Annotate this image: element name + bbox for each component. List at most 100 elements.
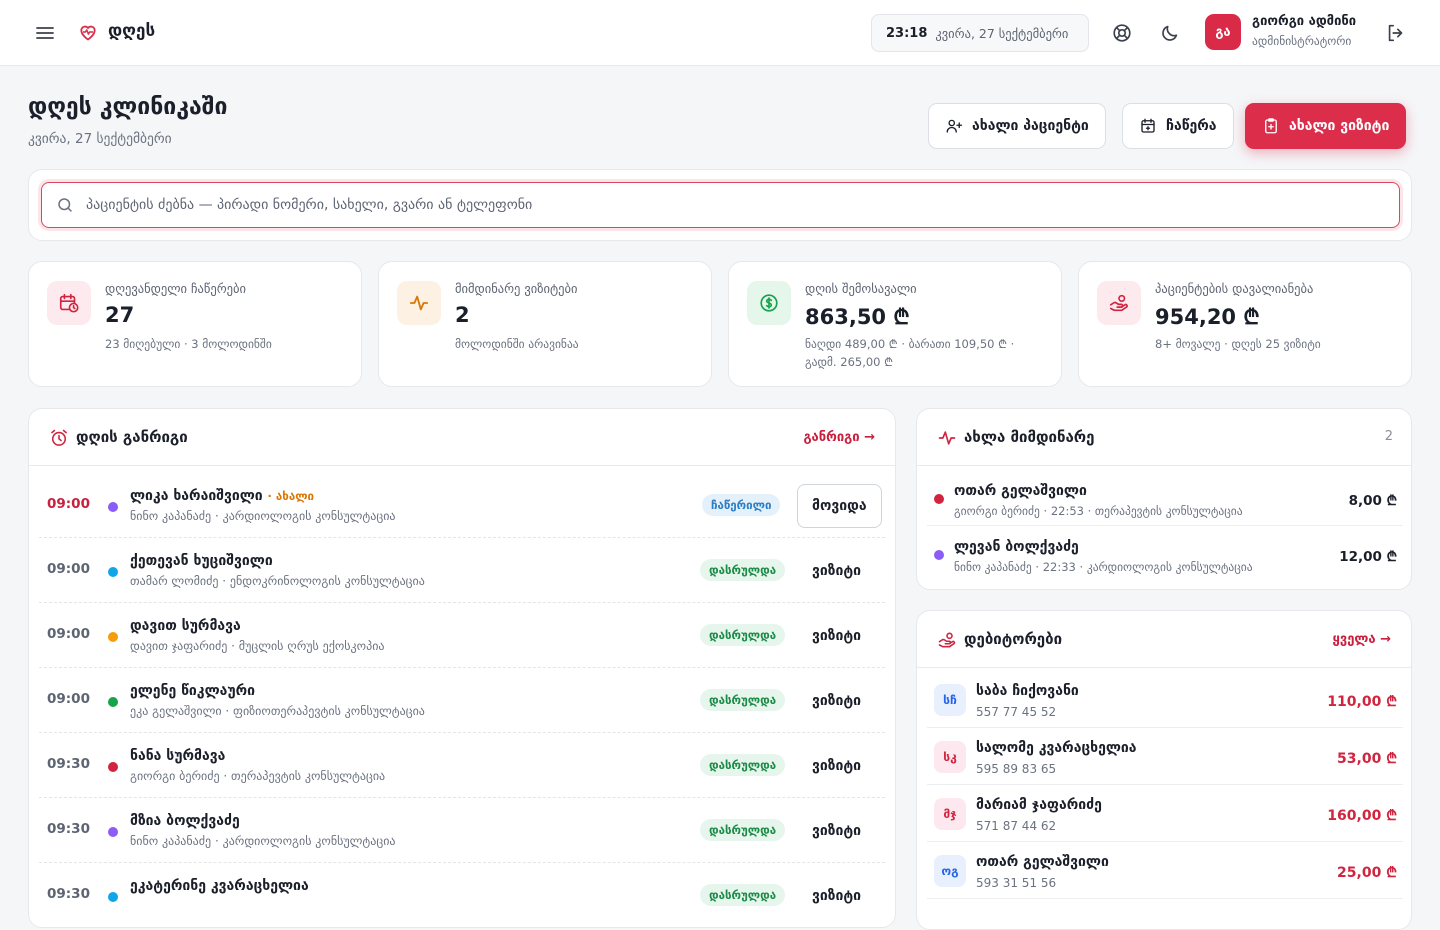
new-tag: · ახალი <box>267 489 315 503</box>
top-bar: დღეს 23:18 კვირა, 27 სექტემბერი გა გიორგ… <box>0 0 1440 66</box>
status-dot <box>108 697 118 707</box>
schedule-row[interactable]: 09:30 მზია ბოლქვაძე ნინო კაპანაძე · კარდ… <box>39 798 885 863</box>
lifebuoy-icon[interactable] <box>1111 22 1133 44</box>
row-patient-name: მზია ბოლქვაძე <box>130 813 240 829</box>
visit-button[interactable]: ვიზიტი <box>798 809 875 853</box>
debtor-name: საბა ჩიქოვანი <box>976 683 1079 699</box>
debtor-row[interactable]: სჩ საბა ჩიქოვანი 557 77 45 52 110,00 ₾ <box>927 671 1403 728</box>
schedule-row[interactable]: 09:30 ნანა სურმავა გიორგი ბერიძე · თერაპ… <box>39 733 885 798</box>
page-date: კვირა, 27 სექტემბერი <box>28 131 172 147</box>
schedule-row[interactable]: 09:00 ლიკა ხარაიშვილი · ახალი ნინო კაპან… <box>39 473 885 538</box>
status-dot <box>108 892 118 902</box>
dollar-circle-icon <box>747 281 791 325</box>
stat-label: მიმდინარე ვიზიტები <box>455 281 578 296</box>
new-patient-button[interactable]: ახალი პაციენტი <box>928 103 1106 149</box>
status-dot <box>934 494 944 504</box>
clock-widget: 23:18 კვირა, 27 სექტემბერი <box>871 14 1089 52</box>
logout-icon[interactable] <box>1385 22 1407 44</box>
debtor-phone: 593 31 51 56 <box>976 876 1057 890</box>
schedule-header: დღის განრიგი განრიგი → <box>29 409 895 466</box>
current-visit-row[interactable]: ლევან ბოლქვაძე ნინო კაპანაძე · 22:33 · კ… <box>927 526 1403 582</box>
calendar-clock-icon <box>47 281 91 325</box>
user-role: ადმინისტრატორი <box>1252 34 1352 48</box>
debtor-avatar: სკ <box>934 741 966 773</box>
stat-label: დღის შემოსავალი <box>805 281 917 296</box>
debtor-row[interactable]: სკ სალომე კვარაცხელია 595 89 83 65 53,00… <box>927 728 1403 785</box>
visit-button[interactable]: ვიზიტი <box>798 744 875 788</box>
row-time: 09:30 <box>47 821 90 837</box>
activity-icon <box>397 281 441 325</box>
debtor-row[interactable]: მჯ მარიამ ჯაფარიძე 571 87 44 62 160,00 ₾ <box>927 785 1403 842</box>
row-patient-name: ნანა სურმავა <box>130 748 226 764</box>
schedule-row[interactable]: 09:00 დავით სურმავა დავით ჯაფარიძე · მუც… <box>39 603 885 668</box>
debtors-link[interactable]: ყველა → <box>1333 632 1391 647</box>
status-badge: დასრულდა <box>700 689 786 711</box>
status-dot <box>934 550 944 560</box>
schedule-row[interactable]: 09:30 ეკატერინე კვარაცხელია დასრულდა ვიზ… <box>39 863 885 927</box>
status-dot <box>108 632 118 642</box>
schedule-row[interactable]: 09:00 ელენე წიკლაური ეკა გელაშვილი · ფიზ… <box>39 668 885 733</box>
search-box[interactable] <box>41 182 1400 228</box>
stat-card-current-visits: მიმდინარე ვიზიტები 2 მოლოდინში არავინაა <box>378 261 712 387</box>
row-meta: ეკა გელაშვილი · ფიზიოთერაპევტის კონსულტა… <box>130 704 425 718</box>
current-amount: 8,00 ₾ <box>1348 493 1397 509</box>
search-card <box>28 169 1412 241</box>
status-badge: დასრულდა <box>700 884 786 906</box>
current-meta: გიორგი ბერიძე · 22:53 · თერაპევტის კონსუ… <box>954 504 1243 518</box>
arrived-button[interactable]: მოვიდა <box>797 484 882 528</box>
debtor-phone: 595 89 83 65 <box>976 762 1057 776</box>
debtor-row[interactable]: ოგ ოთარ გელაშვილი 593 31 51 56 25,00 ₾ <box>927 842 1403 899</box>
row-patient-name: ლიკა ხარაიშვილი · ახალი <box>130 488 314 504</box>
current-count: 2 <box>1384 429 1393 444</box>
current-patient-name: ლევან ბოლქვაძე <box>954 539 1079 555</box>
row-meta: ნინო კაპანაძე · კარდიოლოგის კონსულტაცია <box>130 509 396 523</box>
current-title: ახლა მიმდინარე <box>964 428 1095 446</box>
row-meta: ნინო კაპანაძე · კარდიოლოგის კონსულტაცია <box>130 834 396 848</box>
debtor-phone: 571 87 44 62 <box>976 819 1057 833</box>
visit-button[interactable]: ვიზიტი <box>798 874 875 918</box>
debtor-name: ოთარ გელაშვილი <box>976 854 1109 870</box>
stat-value: 2 <box>455 303 470 327</box>
current-meta: ნინო კაპანაძე · 22:33 · კარდიოლოგის კონს… <box>954 560 1253 574</box>
visit-button[interactable]: ვიზიტი <box>798 549 875 593</box>
stat-sub: ნაღდი 489,00 ₾ · ბარათი 109,50 ₾ · გადმ.… <box>805 337 1015 369</box>
menu-icon[interactable] <box>34 22 56 44</box>
status-badge: დასრულდა <box>700 754 786 776</box>
brand-name: დღეს <box>108 21 156 41</box>
debtor-amount: 110,00 ₾ <box>1327 694 1397 710</box>
moon-icon[interactable] <box>1159 22 1181 44</box>
status-dot <box>108 762 118 772</box>
new-visit-button[interactable]: ახალი ვიზიტი <box>1245 103 1407 149</box>
schedule-link[interactable]: განრიგი → <box>803 430 875 445</box>
row-time: 09:30 <box>47 756 90 772</box>
visit-button[interactable]: ვიზიტი <box>798 679 875 723</box>
user-avatar[interactable]: გა <box>1205 14 1241 50</box>
patient-search-input[interactable] <box>86 197 1376 213</box>
new-patient-label: ახალი პაციენტი <box>972 118 1089 134</box>
current-visit-row[interactable]: ოთარ გელაშვილი გიორგი ბერიძე · 22:53 · თ… <box>927 470 1403 526</box>
stat-card-revenue: დღის შემოსავალი 863,50 ₾ ნაღდი 489,00 ₾ … <box>728 261 1062 387</box>
debtor-avatar: სჩ <box>934 684 966 716</box>
debtor-avatar: მჯ <box>934 798 966 830</box>
row-patient-name: ქეთევან ხუციშვილი <box>130 553 273 569</box>
status-dot <box>108 567 118 577</box>
row-patient-name: ელენე წიკლაური <box>130 683 256 699</box>
schedule-row[interactable]: 09:00 ქეთევან ხუციშვილი თამარ ლომიძე · ე… <box>39 538 885 603</box>
debtor-amount: 53,00 ₾ <box>1337 751 1397 767</box>
appointment-button[interactable]: ჩაწერა <box>1122 103 1234 149</box>
user-name: გიორგი ადმინი <box>1252 14 1357 29</box>
stat-sub: 8+ მოვალე · დღეს 25 ვიზიტი <box>1155 337 1321 351</box>
row-time: 09:00 <box>47 691 90 707</box>
clock-date: კვირა, 27 სექტემბერი <box>935 25 1069 41</box>
row-meta: თამარ ლომიძე · ენდოკრინოლოგის კონსულტაცი… <box>130 574 425 588</box>
status-badge: დასრულდა <box>700 624 786 646</box>
stat-value: 27 <box>105 303 135 327</box>
debtors-header: დებიტორები ყველა → <box>917 611 1411 668</box>
visit-button[interactable]: ვიზიტი <box>798 614 875 658</box>
debtor-amount: 25,00 ₾ <box>1337 865 1397 881</box>
current-patient-name: ოთარ გელაშვილი <box>954 483 1087 499</box>
patient-name-text: ლიკა ხარაიშვილი <box>130 488 263 504</box>
stat-sub: მოლოდინში არავინაა <box>455 337 579 351</box>
heart-pulse-logo-icon <box>78 22 98 42</box>
appointment-label: ჩაწერა <box>1166 118 1217 134</box>
